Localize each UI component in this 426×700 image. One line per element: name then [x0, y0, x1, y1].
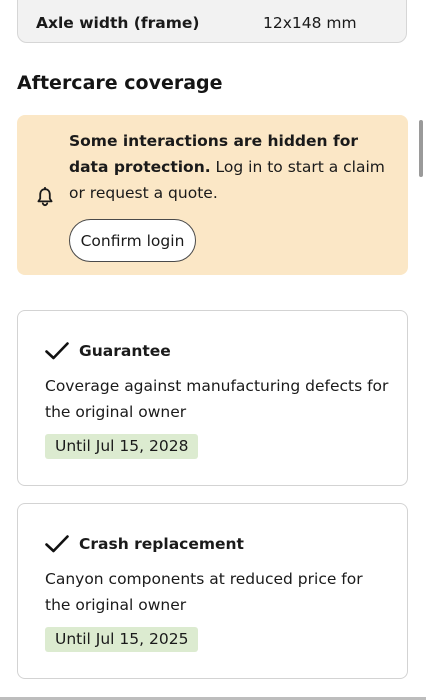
coverage-description: Coverage against manufacturing defects f…: [45, 377, 389, 421]
bell-icon: [36, 186, 54, 207]
spec-table-row: Axle width (frame) 12x148 mm: [17, 0, 407, 43]
coverage-description: Canyon components at reduced price for t…: [45, 570, 363, 614]
confirm-login-button[interactable]: Confirm login: [69, 219, 196, 262]
section-title: Aftercare coverage: [17, 72, 223, 94]
coverage-until-badge: Until Jul 15, 2025: [45, 627, 199, 652]
scrollbar-thumb[interactable]: [419, 120, 423, 177]
notice-message: Some interactions are hidden for data pr…: [69, 128, 389, 206]
data-protection-notice: Some interactions are hidden for data pr…: [17, 115, 408, 275]
check-icon: [45, 341, 69, 361]
coverage-until-badge: Until Jul 15, 2028: [45, 434, 199, 459]
spec-value: 12x148 mm: [263, 14, 357, 32]
coverage-card-crash-replacement: Crash replacement Canyon components at r…: [17, 503, 408, 679]
coverage-card-guarantee: Guarantee Coverage against manufacturing…: [17, 310, 408, 486]
page: Axle width (frame) 12x148 mm Aftercare c…: [0, 0, 426, 700]
coverage-title: Guarantee: [79, 342, 171, 360]
spec-label: Axle width (frame): [36, 14, 200, 32]
coverage-title: Crash replacement: [79, 535, 244, 553]
check-icon: [45, 534, 69, 554]
